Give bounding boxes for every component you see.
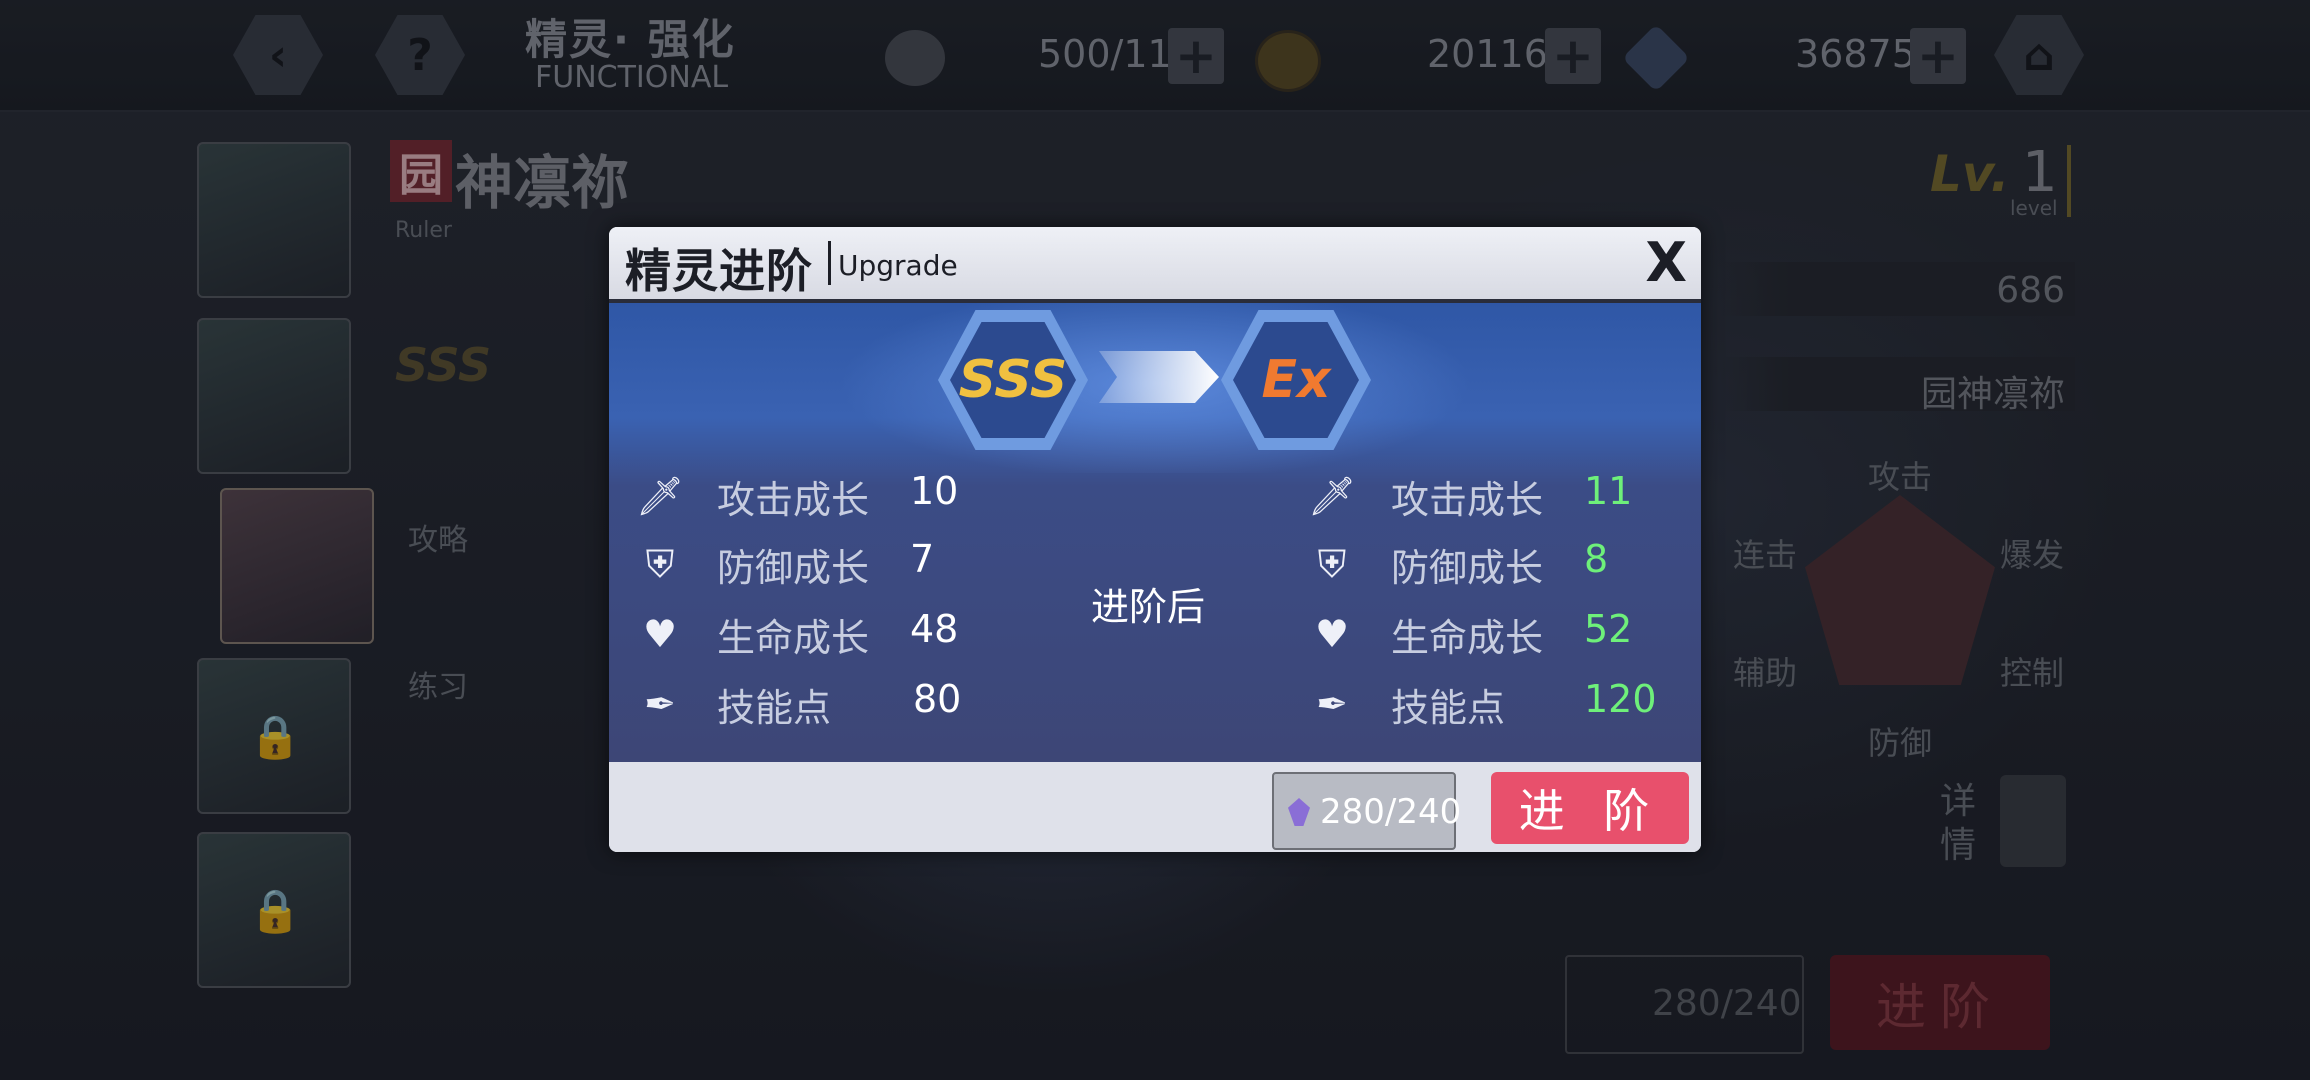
arrow-right-icon [1099, 351, 1219, 403]
stat-value-new: 52 [1584, 607, 1633, 651]
stat-value: 10 [910, 469, 959, 513]
upgrade-dialog: 精灵进阶 Upgrade X SSS Ex 🗡 攻击成长 10 ⛨ 防御成长 7… [609, 227, 1701, 852]
stat-value: 7 [910, 537, 935, 581]
stat-value-new: 8 [1584, 537, 1609, 581]
upgrade-cost-value: 280/240 [1320, 792, 1462, 832]
heart-icon: ♥ [642, 612, 678, 656]
current-rank-text: SSS [950, 322, 1076, 438]
dialog-title: 精灵进阶 [625, 244, 813, 298]
upgrade-cost: 280/240 [1272, 772, 1461, 850]
stat-value-new: 120 [1584, 677, 1657, 721]
stat-label: 生命成长 [1391, 616, 1544, 660]
stat-label: 防御成长 [717, 546, 870, 590]
stat-label: 技能点 [717, 686, 832, 730]
dialog-body: SSS Ex 🗡 攻击成长 10 ⛨ 防御成长 7 ♥ 生命成长 48 ✒ 技能… [609, 303, 1701, 762]
stat-label: 生命成长 [717, 616, 870, 660]
dialog-subtitle: Upgrade [838, 249, 958, 282]
stat-label: 技能点 [1391, 686, 1506, 730]
after-upgrade-label: 进阶后 [1091, 585, 1206, 629]
shield-icon: ⛨ [645, 541, 675, 586]
dialog-header: 精灵进阶 Upgrade X [609, 227, 1701, 303]
stat-value: 48 [910, 607, 959, 651]
stat-label: 攻击成长 [717, 478, 870, 522]
stat-label: 攻击成长 [1391, 478, 1544, 522]
feather-icon: ✒ [644, 682, 676, 726]
sword-icon: 🗡 [1307, 473, 1357, 518]
next-rank-text: Ex [1233, 322, 1359, 438]
heart-icon: ♥ [1314, 612, 1350, 656]
title-divider [828, 241, 831, 285]
close-button[interactable]: X [1645, 231, 1687, 294]
stat-label: 防御成长 [1391, 546, 1544, 590]
gem-icon [1288, 798, 1310, 826]
sword-icon: 🗡 [635, 473, 685, 518]
stat-value: 80 [913, 677, 962, 721]
stat-value-new: 11 [1584, 469, 1633, 513]
advance-button[interactable]: 进 阶 [1491, 772, 1689, 844]
shield-icon: ⛨ [1317, 541, 1347, 586]
feather-icon: ✒ [1316, 682, 1348, 726]
dialog-footer: 280/240 进 阶 [609, 762, 1701, 852]
